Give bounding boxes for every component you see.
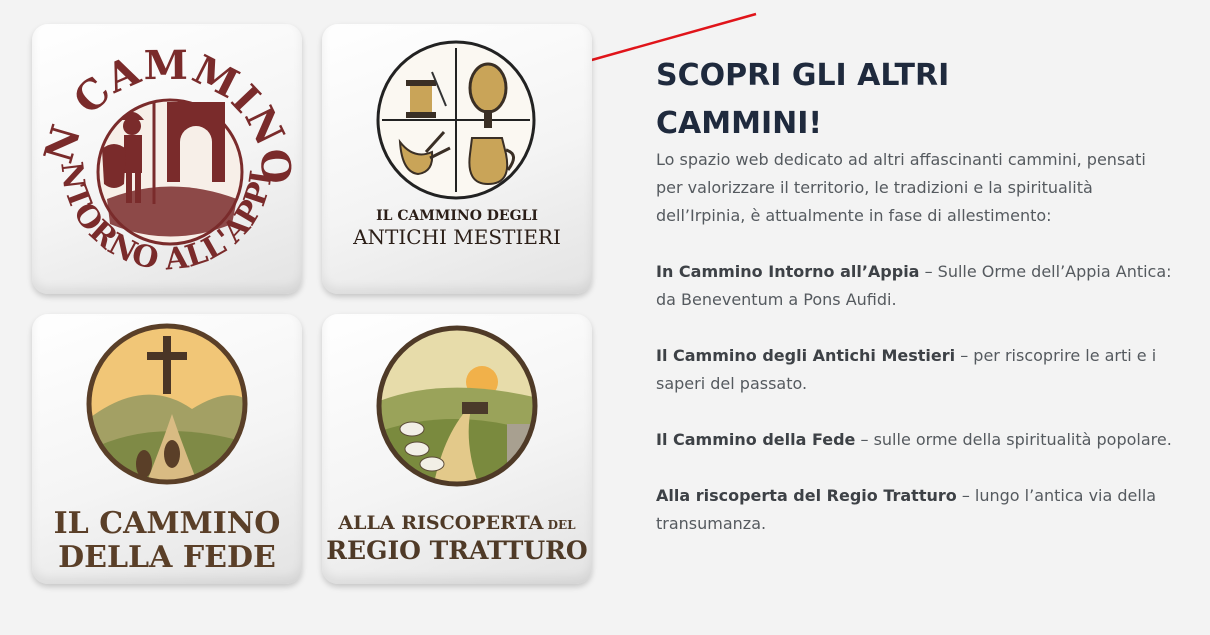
heading-line2: CAMMINI! [656, 106, 823, 141]
list-item: Il Cammino degli Antichi Mestieri – per … [656, 346, 1157, 393]
tratturo-caption-line2: REGIO TRATTURO [326, 536, 588, 565]
arch-icon [167, 102, 225, 182]
appia-logo: IN CAMMINO INTORNO ALL'APPIA [32, 24, 299, 278]
tile-regio-tratturo[interactable]: ALLA RISCOPERTA DEL REGIO TRATTURO [322, 314, 592, 584]
list-item: Alla riscoperta del Regio Tratturo – lun… [656, 486, 1157, 533]
list-item: Il Cammino della Fede – sulle orme della… [656, 430, 1172, 449]
mestieri-caption-line2: ANTICHI MESTIERI [353, 225, 561, 249]
section-text: Lo spazio web dedicato ad altri affascin… [656, 146, 1176, 566]
thread-spool-icon [406, 80, 436, 118]
tile-in-cammino-appia[interactable]: IN CAMMINO INTORNO ALL'APPIA [32, 24, 302, 294]
list-item: In Cammino Intorno all’Appia – Sulle Orm… [656, 262, 1172, 309]
heading-line1: SCOPRI GLI ALTRI [656, 58, 950, 93]
fede-caption-line1: IL CAMMINO [53, 506, 281, 541]
section-heading: SCOPRI GLI ALTRI CAMMINI! [656, 52, 1016, 148]
cow-icon [462, 402, 488, 414]
tratturo-caption-line1: ALLA RISCOPERTA DEL [338, 512, 576, 534]
mestieri-caption-line1: IL CAMMINO DEGLI [376, 208, 538, 224]
tile-antichi-mestieri[interactable]: IL CAMMINO DEGLI ANTICHI MESTIERI [322, 24, 592, 294]
mestieri-logo [376, 40, 536, 200]
fede-caption-line2: DELLA FEDE [58, 540, 276, 575]
intro-paragraph: Lo spazio web dedicato ad altri affascin… [656, 150, 1146, 225]
tile-cammino-della-fede[interactable]: IL CAMMINO DELLA FEDE [32, 314, 302, 584]
